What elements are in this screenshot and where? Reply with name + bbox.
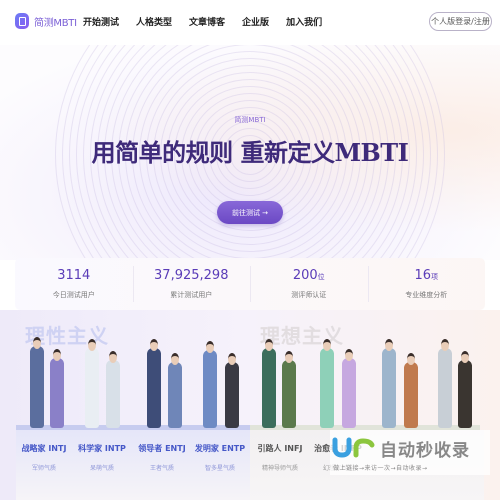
watermark-overlay: 自动秒收录 做上链接→来访一次→自动收录→ — [330, 430, 490, 475]
character-figure — [458, 351, 472, 428]
character-figure — [404, 353, 418, 428]
logo-text: 简测MBTI — [34, 17, 77, 29]
main-nav: 开始测试 人格类型 文章博客 企业版 加入我们 — [83, 15, 339, 28]
hero-title: 用简单的规则 重新定义MBTI — [91, 138, 409, 167]
nav-enterprise[interactable]: 企业版 — [242, 15, 269, 28]
character-figure — [438, 339, 452, 428]
stat-label: 累计测试用户 — [170, 291, 213, 299]
stat-total-users: 37,925,298 累计测试用户 — [132, 258, 251, 310]
stat-value: 200位 — [292, 268, 325, 283]
nav-blog[interactable]: 文章博客 — [189, 15, 225, 28]
nav-join-us[interactable]: 加入我们 — [286, 15, 322, 28]
character-figure — [282, 351, 296, 428]
nav-start-test[interactable]: 开始测试 — [83, 15, 119, 28]
character-figure — [382, 339, 396, 428]
nav-personality-types[interactable]: 人格类型 — [136, 15, 172, 28]
stats-bar: 3114 今日测试用户 37,925,298 累计测试用户 200位 测评师认证… — [15, 258, 485, 310]
watermark-subtitle: 做上链接→来访一次→自动收录→ — [333, 465, 428, 472]
watermark-title: 自动秒收录 — [380, 441, 470, 461]
stat-value: 3114 — [57, 268, 91, 283]
character-figure — [225, 353, 239, 428]
stat-label: 今日测试用户 — [52, 291, 95, 299]
stat-value: 16项 — [414, 268, 439, 283]
logo-icon — [15, 13, 29, 29]
hero-section: 简测MBTI 用简单的规则 重新定义MBTI 前往测试 → — [0, 45, 500, 260]
stat-label: 测评师认证 — [291, 291, 327, 299]
character-figure — [147, 339, 161, 428]
character-figure — [262, 339, 276, 428]
stat-dimensions: 16项 专业维度分析 — [367, 258, 486, 310]
stat-today-users: 3114 今日测试用户 — [15, 258, 133, 310]
stat-certified-assessors: 200位 测评师认证 — [250, 258, 368, 310]
login-register-button[interactable]: 个人版登录/注册 — [429, 12, 492, 31]
character-figure — [320, 339, 334, 428]
character-figure — [50, 349, 64, 428]
start-test-button[interactable]: 前往测试 → — [217, 201, 283, 224]
watermark-logo-icon — [332, 437, 375, 458]
stat-label: 专业维度分析 — [405, 291, 448, 299]
character-figure — [203, 341, 217, 428]
character-figure — [30, 337, 44, 428]
character-figure — [106, 351, 120, 428]
character-figure — [85, 339, 99, 428]
character-figure — [342, 349, 356, 428]
top-navbar: 简测MBTI 开始测试 人格类型 文章博客 企业版 加入我们 个人版登录/注册 — [0, 0, 500, 45]
site-logo[interactable]: 简测MBTI — [15, 13, 77, 29]
character-figure — [168, 353, 182, 428]
hero-brand: 简测MBTI — [234, 116, 266, 124]
stat-value: 37,925,298 — [154, 268, 229, 283]
